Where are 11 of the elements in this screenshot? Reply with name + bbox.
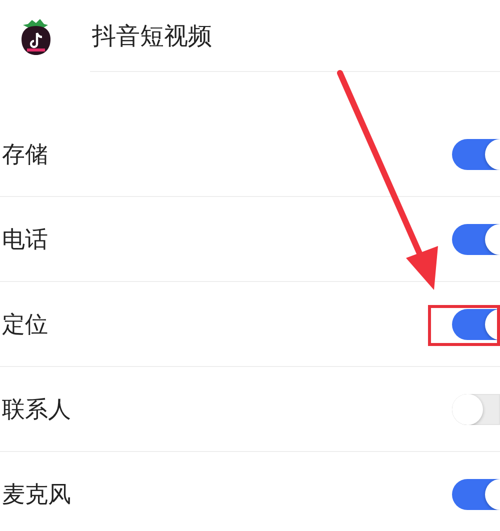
toggle-switch[interactable]	[452, 309, 500, 340]
toggle-switch[interactable]	[452, 139, 500, 170]
permission-label: 电话	[2, 226, 48, 254]
permission-label: 存储	[2, 140, 48, 170]
app-name: 抖音短视频	[92, 21, 212, 52]
permission-label: 联系人	[2, 396, 71, 424]
toggle-switch[interactable]	[452, 394, 500, 425]
toggle-switch[interactable]	[452, 479, 500, 510]
permission-label: 麦克风	[2, 480, 71, 510]
permission-label: 定位	[2, 310, 48, 340]
toggle-switch[interactable]	[452, 224, 500, 255]
